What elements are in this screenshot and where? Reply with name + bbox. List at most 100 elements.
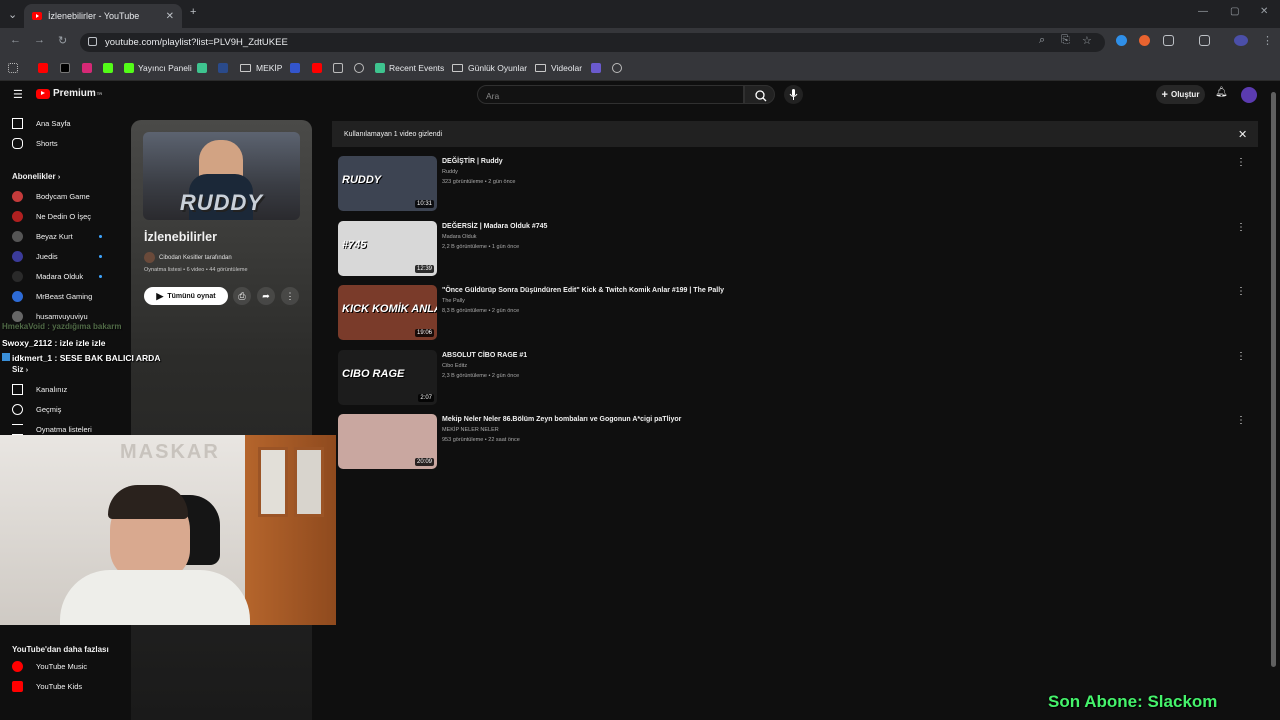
extension-icon[interactable]	[1116, 35, 1127, 46]
bookmark-icon[interactable]	[333, 61, 347, 75]
bookmark-recent-events[interactable]: Recent Events	[375, 61, 444, 75]
zoom-icon[interactable]: ⌕	[1039, 34, 1045, 47]
sidebar-subscription-item[interactable]: husamvuyuviyu	[12, 311, 102, 322]
video-channel[interactable]: Madara Olduk	[442, 234, 477, 240]
video-channel[interactable]: The Pally	[442, 298, 465, 304]
forward-icon[interactable]: →	[34, 34, 45, 46]
subscriptions-heading[interactable]: Abonelikler ›	[12, 172, 60, 181]
hamburger-menu-icon[interactable]: ☰	[13, 88, 23, 101]
extensions-puzzle-icon[interactable]	[1163, 35, 1174, 46]
side-panel-icon[interactable]	[1199, 35, 1210, 46]
sidebar-subscription-item[interactable]: Madara Olduk	[12, 271, 102, 282]
site-info-icon[interactable]	[88, 37, 97, 46]
folder-icon	[240, 64, 251, 72]
video-title[interactable]: "Önce Güldürüp Sonra Düşündüren Edit" Ki…	[442, 287, 724, 294]
video-thumbnail[interactable]: 20:09	[338, 414, 437, 469]
bookmark-mekip[interactable]: MEKİP	[240, 61, 282, 75]
video-title[interactable]: ABSOLUT CİBO RAGE #1	[442, 352, 527, 359]
video-thumbnail[interactable]: KICK KOMİK ANLAR 19:06	[338, 285, 437, 340]
sidebar-item-home[interactable]: Ana Sayfa	[12, 118, 71, 129]
create-button[interactable]: + Oluştur	[1156, 85, 1205, 104]
bookmark-icon[interactable]	[290, 61, 304, 75]
play-all-button[interactable]: ▶ Tümünü oynat	[144, 287, 228, 305]
video-menu-icon[interactable]: ⋮	[1236, 415, 1246, 426]
banner-text: Kullanılamayan 1 video gizlendi	[344, 130, 443, 138]
banner-close-icon[interactable]: ✕	[1238, 128, 1247, 141]
share-button[interactable]: ➦	[257, 287, 275, 305]
bookmark-star-icon[interactable]: ☆	[1082, 34, 1092, 47]
video-thumbnail[interactable]: RUDDY 10:31	[338, 156, 437, 211]
bookmarks-bar	[0, 56, 1280, 81]
video-menu-icon[interactable]: ⋮	[1236, 222, 1246, 233]
address-bar[interactable]: youtube.com/playlist?list=PLV9H_ZdtUKEE	[80, 33, 1105, 52]
install-icon[interactable]: ⎘	[1061, 34, 1070, 47]
back-icon[interactable]: ←	[10, 34, 21, 46]
kick-bookmark-icon[interactable]	[103, 61, 117, 75]
playlists-icon	[12, 424, 23, 435]
sidebar-subscription-item[interactable]: Beyaz Kurt	[12, 231, 102, 242]
search-input[interactable]: Ara	[477, 85, 744, 104]
bookmark-videolar[interactable]: Videolar	[535, 61, 582, 75]
sidebar-subscription-item[interactable]: Bodycam Game	[12, 191, 102, 202]
video-title[interactable]: DEĞERSİZ | Madara Olduk #745	[442, 223, 547, 230]
youtube-bookmark-icon[interactable]	[312, 61, 326, 75]
sidebar-item-history[interactable]: Geçmiş	[12, 404, 61, 415]
chatgpt-bookmark-icon[interactable]	[612, 61, 626, 75]
sidebar-item-playlists[interactable]: Oynatma listeleri	[12, 424, 92, 435]
channel-avatar	[12, 191, 23, 202]
bookmark-icon[interactable]	[218, 61, 232, 75]
video-channel[interactable]: Ruddy	[442, 169, 458, 175]
bookmark-icon[interactable]	[197, 61, 211, 75]
browser-tab[interactable]: İzlenebilirler - YouTube ✕	[24, 4, 182, 28]
browser-menu-icon[interactable]: ⋮	[1262, 34, 1273, 47]
video-menu-icon[interactable]: ⋮	[1236, 351, 1246, 362]
video-menu-icon[interactable]: ⋮	[1236, 286, 1246, 297]
video-thumbnail[interactable]: CIBO RAGE 2:07	[338, 349, 437, 405]
bookmark-icon: ⎙	[238, 290, 246, 301]
sidebar-item-label: Oynatma listeleri	[36, 425, 92, 434]
search-button[interactable]	[744, 85, 775, 104]
bookmark-yayinci-paneli[interactable]: Yayıncı Paneli	[124, 61, 192, 75]
reload-icon[interactable]: ↻	[58, 34, 67, 47]
voice-search-button[interactable]	[784, 85, 803, 104]
apps-grid-icon[interactable]	[8, 61, 22, 75]
minimize-icon[interactable]: —	[1198, 6, 1208, 17]
profile-avatar[interactable]	[1234, 35, 1248, 46]
youtube-bookmark-icon[interactable]	[38, 61, 52, 75]
tab-close-icon[interactable]: ✕	[166, 11, 174, 22]
video-menu-icon[interactable]: ⋮	[1236, 157, 1246, 168]
bookmark-gunluk-oyunlar[interactable]: Günlük Oyunlar	[452, 61, 527, 75]
tab-list-chevron-icon[interactable]: ⌄	[8, 8, 17, 21]
youtube-logo[interactable]: Premium TR	[36, 88, 102, 99]
video-thumbnail[interactable]: #745 12:39	[338, 220, 437, 276]
bookmark-icon[interactable]	[354, 61, 368, 75]
notifications-bell-icon[interactable]: 🔔︎	[1215, 87, 1228, 98]
sidebar-item-your-channel[interactable]: Kanalınız	[12, 384, 67, 395]
save-playlist-button[interactable]: ⎙	[233, 287, 251, 305]
account-avatar[interactable]	[1241, 87, 1257, 103]
sidebar-subscription-item[interactable]: Ne Dedin O İşeç	[12, 211, 102, 222]
sidebar-subscription-item[interactable]: Juedis	[12, 251, 102, 262]
you-heading[interactable]: Siz ›	[12, 365, 28, 374]
sidebar-subscription-item[interactable]: MrBeast Gaming	[12, 291, 102, 302]
video-title[interactable]: DEĞİŞTİR | Ruddy	[442, 158, 503, 165]
video-title[interactable]: Mekip Neler Neler 86.Bölüm Zeyn bombalar…	[442, 416, 681, 423]
restore-icon[interactable]: ▢	[1230, 6, 1239, 17]
video-channel[interactable]: MEKİP NELER NELER	[442, 427, 499, 433]
sidebar-item-shorts[interactable]: Shorts	[12, 138, 58, 149]
playlist-thumbnail[interactable]: RUDDY	[143, 132, 300, 220]
bookmark-icon[interactable]	[591, 61, 605, 75]
x-bookmark-icon[interactable]	[60, 61, 74, 75]
more-options-button[interactable]: ⋮	[281, 287, 299, 305]
sidebar-item-youtube-music[interactable]: YouTube Music	[12, 661, 87, 672]
instagram-bookmark-icon[interactable]	[82, 61, 96, 75]
video-channel[interactable]: Cibo Editz	[442, 363, 467, 369]
page-scrollbar[interactable]	[1271, 92, 1276, 667]
youtube-play-icon	[36, 88, 50, 99]
extension-icon[interactable]	[1139, 35, 1150, 46]
window-close-icon[interactable]: ✕	[1260, 6, 1268, 17]
new-tab-button[interactable]: +	[190, 6, 196, 18]
playlist-owner[interactable]: Cibodan Kesitler tarafından	[144, 252, 232, 263]
logo-text: Premium	[53, 88, 96, 99]
sidebar-item-youtube-kids[interactable]: YouTube Kids	[12, 681, 82, 692]
